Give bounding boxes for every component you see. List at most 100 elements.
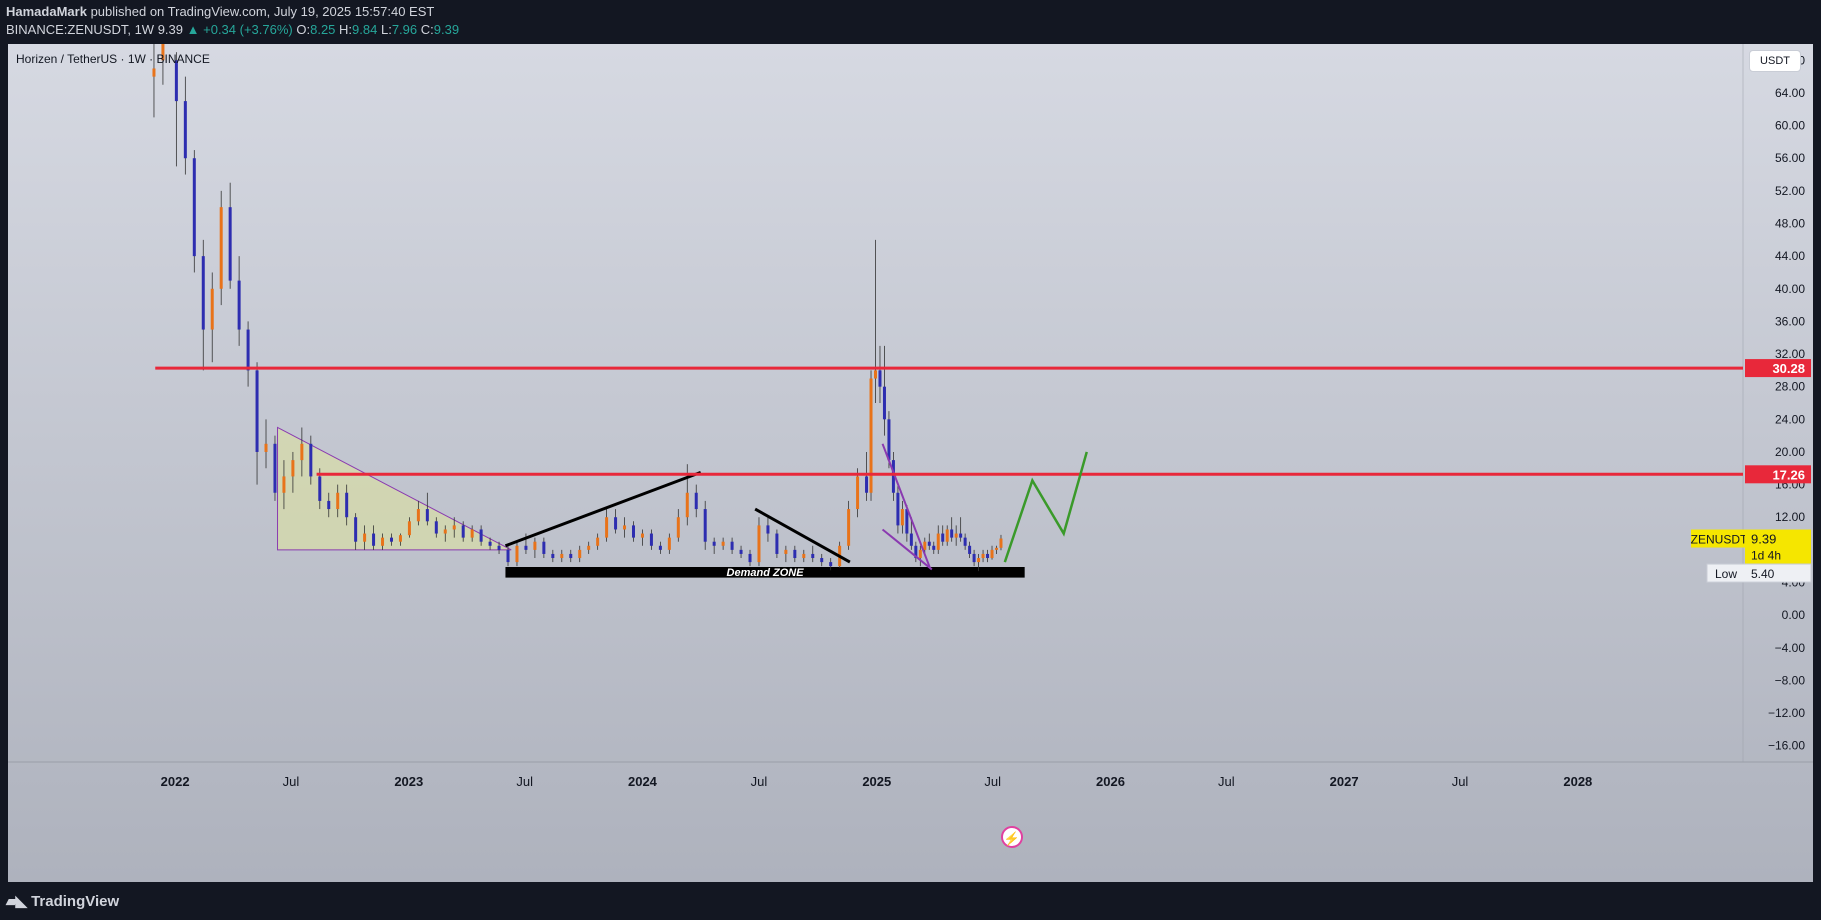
time-tick-label: 2022 [161,774,190,789]
candle-body [694,492,698,510]
candle-body [152,68,156,77]
candle-body [479,529,483,542]
price-chart[interactable]: Demand ZONE68.0064.0060.0056.0052.0048.0… [8,44,1813,882]
tradingview-logo[interactable]: ▰◣ TradingView [6,892,120,911]
time-tick-label: 2027 [1330,774,1359,789]
candle-body [300,443,304,461]
time-tick-label: Jul [1452,774,1469,789]
candle-body [874,370,877,379]
publication-header: HamadaMark published on TradingView.com,… [0,0,1821,44]
candle-body [452,525,456,530]
candle-body [354,517,358,542]
candle-body [775,533,779,554]
time-tick-label: 2026 [1096,774,1125,789]
price-tick-label: 64.00 [1775,86,1805,100]
candle-body [201,256,205,330]
price-tick-label: 40.00 [1775,282,1805,296]
candle-body [927,541,931,546]
symbol-name-text: ZENUSDT [1691,533,1748,547]
price-tick-label: 60.00 [1775,119,1805,133]
candle-body [237,280,241,330]
candle-body [829,562,833,567]
time-tick-label: Jul [283,774,300,789]
candle-body [658,545,662,550]
candle-body [255,370,259,452]
open-label: O: [296,22,311,37]
price-tick-label: 56.00 [1775,151,1805,165]
candle-body [721,541,725,546]
candle-body [950,529,954,538]
tradingview-logo-icon: ▰◣ [6,893,27,910]
candle-body [667,537,671,550]
candle-body [968,545,972,554]
candle-body [990,549,994,559]
price-label-text: 30.28 [1772,361,1805,376]
price-tick-label: 24.00 [1775,412,1805,426]
candle-body [878,370,882,387]
time-tick-label: Jul [751,774,768,789]
low-label: L: [380,22,392,37]
candle-body [174,60,178,102]
candle-body [398,535,402,542]
price-tick-label: 48.00 [1775,217,1805,231]
time-tick-label: 2028 [1563,774,1592,789]
chart-title: Horizen / TetherUS · 1W · BINANCE [16,52,210,66]
candle-body [918,549,922,559]
candle-body [954,533,958,538]
candle-body [605,517,609,538]
footer-bar: ▰◣ TradingView [0,882,1821,920]
high-value: 9.84 [352,22,378,37]
candle-body [941,533,945,542]
candle-body [183,101,187,159]
candle-body [470,529,474,538]
lightning-icon[interactable]: ⚡ [1001,826,1023,848]
candle-body [856,476,860,510]
candle-body [748,553,752,563]
candle-body [793,549,797,559]
close-label: C: [420,22,434,37]
candle-body [336,492,340,510]
candle-body [363,533,367,542]
candle-body [264,443,268,452]
candle-body [882,386,886,420]
candle-body [995,547,999,550]
candle-body [757,525,761,563]
time-tick-label: 2024 [628,774,658,789]
time-tick-label: 2023 [394,774,423,789]
candle-body [649,533,653,546]
candle-body [972,553,976,563]
candle-body [309,443,313,477]
candle-body [986,553,990,559]
chart-pane[interactable]: Demand ZONE68.0064.0060.0056.0052.0048.0… [8,44,1813,882]
candle-body [228,207,232,281]
candle-body [631,525,635,538]
price-tick-label: 0.00 [1782,608,1806,622]
open-value: 8.25 [310,22,336,37]
candle-body [623,525,627,530]
candle-body [381,537,385,546]
candle-body [676,517,680,538]
currency-unit-button[interactable]: USDT [1749,50,1801,72]
candle-body [551,553,555,559]
candle-body [210,288,214,330]
candle-body [416,509,420,522]
candle-body [936,533,940,550]
ohlc-line: BINANCE:ZENUSDT, 1W 9.39 ▲ +0.34 (+3.76%… [6,22,459,37]
time-tick-label: Jul [1218,774,1235,789]
time-tick-label: 2025 [862,774,891,789]
candle-body [246,329,250,371]
candle-body [685,492,689,518]
brand-name: TradingView [31,892,120,910]
candle-body [614,517,618,530]
candle-body [372,533,376,546]
candle-body [703,509,707,542]
candle-body [981,553,985,559]
candle-body [959,533,963,538]
countdown-text: 1d 4h [1751,549,1781,563]
price-tick-label: 28.00 [1775,380,1805,394]
price-tick-label: −8.00 [1775,673,1806,687]
price-tick-label: −16.00 [1768,739,1805,753]
published-text: published on TradingView.com, July 19, 2… [90,4,435,19]
candle-body [811,553,815,559]
author-name[interactable]: HamadaMark [6,4,87,19]
